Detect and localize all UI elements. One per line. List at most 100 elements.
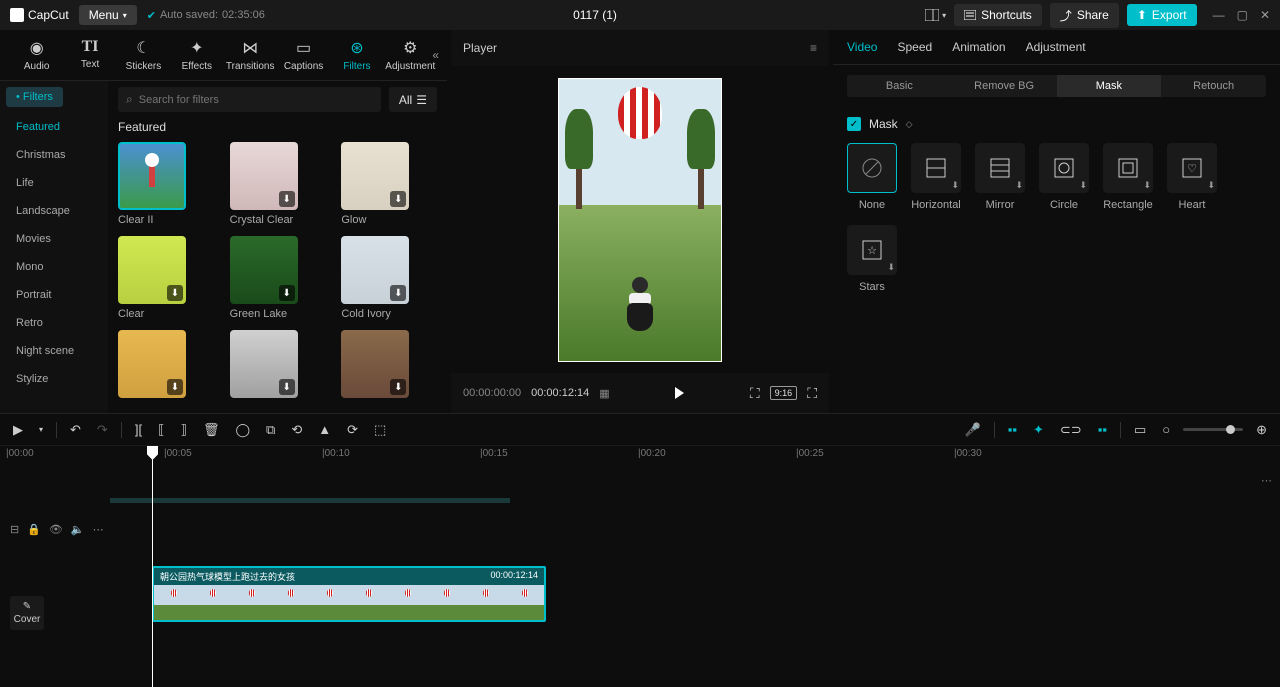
snap-tool[interactable]: ✦ [1030,419,1047,441]
magnet-tool[interactable]: ▪▪ [1005,419,1020,440]
crop-icon[interactable]: ⛶ [750,385,760,402]
marker-tool[interactable]: ◯ [232,419,253,441]
tab-text[interactable]: TIText [63,36,116,74]
delete-tool[interactable]: 🗑 [200,419,223,441]
split-tool[interactable]: ]​[ [132,419,145,440]
filter-item[interactable]: ⬇ [118,330,214,402]
filter-item[interactable]: ⬇Clear [118,236,214,320]
filter-item[interactable]: ⬇ [230,330,326,402]
close-button[interactable]: ✕ [1260,8,1270,22]
mirror-tool[interactable]: ▲ [315,419,334,440]
mask-checkbox[interactable]: ✓ [847,117,861,131]
pointer-dropdown[interactable]: ▾ [36,422,46,437]
cat-life[interactable]: Life [6,169,102,197]
align-tool[interactable]: ▪▪ [1095,419,1110,440]
filter-item[interactable]: ⬇Green Lake [230,236,326,320]
tab-animation[interactable]: Animation [952,40,1005,54]
tab-audio[interactable]: ◉Audio [10,36,63,74]
cat-night-scene[interactable]: Night scene [6,337,102,365]
tab-effects[interactable]: ✦Effects [170,36,223,74]
track-visibility-icon[interactable]: 👁 [49,523,63,536]
search-box[interactable]: ⌕ [118,87,381,112]
collapse-panel-icon[interactable]: « [432,48,439,62]
tab-adjustment[interactable]: ⚙Adjustment [384,36,437,74]
cat-portrait[interactable]: Portrait [6,281,102,309]
mask-circle[interactable]: ⬇Circle [1039,143,1089,211]
preview-tool[interactable]: ▭ [1131,419,1149,441]
cat-stylize[interactable]: Stylize [6,365,102,393]
reverse-tool[interactable]: ⟲ [288,419,305,441]
trim-right-tool[interactable]: ⟧ [178,419,190,441]
subtab-basic[interactable]: Basic [847,75,952,97]
rotate-tool[interactable]: ⟳ [344,419,361,441]
redo-button[interactable]: ↷ [94,419,111,441]
cat-christmas[interactable]: Christmas [6,141,102,169]
share-button[interactable]: ⤴ Share [1050,3,1119,28]
fullscreen-icon[interactable]: ⛶ [807,385,817,402]
maximize-button[interactable]: ▢ [1237,8,1248,22]
track-options-icon[interactable]: ⋯ [1261,474,1272,487]
keyframe-icon[interactable]: ◇ [906,119,913,130]
tab-filters[interactable]: ⊛Filters [330,36,383,74]
subtab-mask[interactable]: Mask [1057,75,1162,97]
crop-tool[interactable]: ⬚ [371,419,389,441]
playhead[interactable] [152,446,153,687]
subtab-remove-bg[interactable]: Remove BG [952,75,1057,97]
cat-landscape[interactable]: Landscape [6,197,102,225]
cat-retro[interactable]: Retro [6,309,102,337]
menu-button[interactable]: Menu▾ [79,5,137,25]
all-filter-button[interactable]: All ☰ [389,87,437,112]
export-button[interactable]: ⬆ Export [1127,4,1197,26]
tab-adjustment[interactable]: Adjustment [1026,40,1086,54]
mask-heart[interactable]: ♡⬇Heart [1167,143,1217,211]
trim-left-tool[interactable]: ⟦ [155,419,167,441]
cat-movies[interactable]: Movies [6,225,102,253]
video-clip[interactable]: 朝公园热气球模型上跑过去的女孩 00:00:12:14 [152,566,546,622]
track-more-icon[interactable]: ⋯ [93,523,104,536]
layout-toggle[interactable]: ▾ [925,9,946,21]
shortcuts-button[interactable]: Shortcuts [954,4,1042,26]
player-menu-icon[interactable]: ≡ [810,41,817,55]
filter-item[interactable]: ⬇Cold Ivory [341,236,437,320]
search-input[interactable] [139,94,373,106]
copy-tool[interactable]: ⧉ [263,419,278,441]
filter-item[interactable]: ⬇ [341,330,437,402]
link-tool[interactable]: ⊂⊃ [1057,419,1085,441]
mask-none[interactable]: None [847,143,897,211]
subtab-retouch[interactable]: Retouch [1161,75,1266,97]
cat-featured[interactable]: Featured [6,113,102,141]
compare-icon[interactable]: ▦ [599,387,609,400]
zoom-fit[interactable]: ⊕ [1253,419,1270,441]
tab-speed[interactable]: Speed [897,40,932,54]
cat-mono[interactable]: Mono [6,253,102,281]
play-button[interactable] [675,387,684,399]
tab-transitions[interactable]: ⋈Transitions [224,36,277,74]
svg-text:☆: ☆ [867,245,877,257]
mask-header: ✓ Mask ◇ [847,117,1266,131]
track-mute-icon[interactable]: 🔈 [71,523,85,536]
tab-video[interactable]: Video [847,40,877,54]
zoom-slider[interactable] [1183,428,1243,431]
undo-button[interactable]: ↶ [67,419,84,441]
mask-horizontal[interactable]: ⬇Horizontal [911,143,961,211]
pointer-tool[interactable]: ▶ [10,419,26,441]
player-panel: Player ≡ 00:00:00:00 00:00:12:14 ▦ ⛶ 9:1… [451,30,829,413]
filter-item[interactable]: ⬇Glow [341,142,437,226]
filter-item[interactable]: Clear II [118,142,214,226]
zoom-out[interactable]: ○ [1159,419,1173,440]
tab-captions[interactable]: ▭Captions [277,36,330,74]
track-lock-icon[interactable]: 🔒 [27,523,41,536]
track-collapse-icon[interactable]: ⊟ [10,523,19,536]
tab-stickers[interactable]: ☾Stickers [117,36,170,74]
cover-button[interactable]: ✎ Cover [10,596,44,630]
mask-rectangle[interactable]: ⬇Rectangle [1103,143,1153,211]
aspect-ratio[interactable]: 9:16 [770,386,798,400]
timeline-tracks[interactable]: 朝公园热气球模型上跑过去的女孩 00:00:12:14 [110,466,1280,687]
mask-mirror[interactable]: ⬇Mirror [975,143,1025,211]
filter-item[interactable]: ⬇Crystal Clear [230,142,326,226]
timeline-ruler[interactable]: |00:00 |00:05 |00:10 |00:15 |00:20 |00:2… [0,446,1280,466]
minimize-button[interactable]: — [1213,8,1225,22]
player-viewport[interactable] [451,66,829,373]
mic-tool[interactable]: 🎤 [962,419,984,441]
mask-stars[interactable]: ☆⬇Stars [847,225,897,293]
